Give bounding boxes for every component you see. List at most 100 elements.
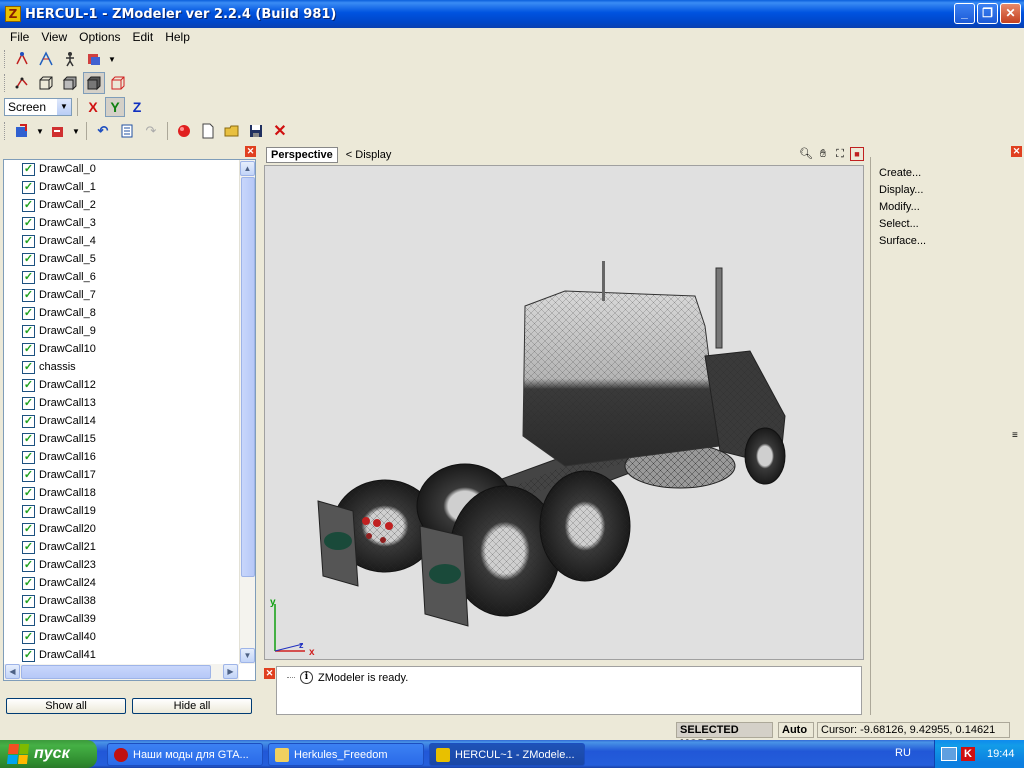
tree-item[interactable]: ✓ DrawCall15 xyxy=(4,430,255,448)
command-select[interactable]: Select... xyxy=(871,216,1008,233)
kaspersky-icon[interactable]: K xyxy=(961,747,975,761)
import-icon[interactable] xyxy=(11,120,33,142)
visibility-checkbox[interactable]: ✓ xyxy=(22,486,35,500)
network-icon[interactable] xyxy=(941,747,957,761)
visibility-checkbox[interactable]: ✓ xyxy=(22,648,35,662)
menu-view[interactable]: View xyxy=(35,30,73,44)
visibility-checkbox[interactable]: ✓ xyxy=(22,504,35,518)
select-figure-icon[interactable] xyxy=(59,48,81,70)
tree-item[interactable]: ✓ DrawCall21 xyxy=(4,538,255,556)
open-folder-icon[interactable] xyxy=(221,120,243,142)
tree-item[interactable]: ✓ DrawCall_5 xyxy=(4,250,255,268)
axis-z-toggle[interactable]: Z xyxy=(127,97,147,117)
command-modify[interactable]: Modify... xyxy=(871,199,1008,216)
properties-icon[interactable] xyxy=(116,120,138,142)
undo-icon[interactable]: ↶ xyxy=(92,120,114,142)
maximize-viewport-icon[interactable]: ■ xyxy=(850,147,864,161)
tree-item[interactable]: ✓ DrawCall_0 xyxy=(4,160,255,178)
axis-x-toggle[interactable]: X xyxy=(83,97,103,117)
show-all-button[interactable]: Show all xyxy=(6,698,126,714)
tree-item[interactable]: ✓ DrawCall_7 xyxy=(4,286,255,304)
pan-hand-icon[interactable]: ✋︎ xyxy=(816,147,830,161)
zoom-icon[interactable]: 🔍︎ xyxy=(799,147,813,161)
tree-item[interactable]: ✓ DrawCall40 xyxy=(4,628,255,646)
scroll-left-icon[interactable]: ◀ xyxy=(5,664,20,679)
redo-icon[interactable]: ↷ xyxy=(140,120,162,142)
task-zmodeler[interactable]: HERCUL~1 - ZModele... xyxy=(429,743,585,766)
toolbar-grip[interactable] xyxy=(4,50,7,68)
start-button[interactable]: пуск xyxy=(0,740,97,768)
tree-item[interactable]: ✓ DrawCall23 xyxy=(4,556,255,574)
visibility-checkbox[interactable]: ✓ xyxy=(22,234,35,248)
select-object-icon[interactable] xyxy=(83,48,105,70)
tree-item[interactable]: ✓ DrawCall20 xyxy=(4,520,255,538)
visibility-checkbox[interactable]: ✓ xyxy=(22,576,35,590)
zoom-extents-icon[interactable]: ⛶ xyxy=(833,147,847,161)
tree-item[interactable]: ✓ DrawCall17 xyxy=(4,466,255,484)
visibility-checkbox[interactable]: ✓ xyxy=(22,612,35,626)
visibility-checkbox[interactable]: ✓ xyxy=(22,522,35,536)
splitter-grip-icon[interactable]: ≡ xyxy=(1012,430,1018,441)
axis-y-toggle[interactable]: Y xyxy=(105,97,125,117)
tree-item[interactable]: ✓ DrawCall14 xyxy=(4,412,255,430)
hide-all-button[interactable]: Hide all xyxy=(132,698,252,714)
visibility-checkbox[interactable]: ✓ xyxy=(22,414,35,428)
zmodeler-app-icon[interactable]: Z xyxy=(5,6,21,22)
box-wire-icon[interactable] xyxy=(35,72,57,94)
select-dropdown-arrow-icon[interactable]: ▼ xyxy=(107,48,117,70)
visibility-checkbox[interactable]: ✓ xyxy=(22,450,35,464)
scroll-up-icon[interactable]: ▲ xyxy=(240,161,255,176)
visibility-checkbox[interactable]: ✓ xyxy=(22,252,35,266)
tree-item[interactable]: ✓ chassis xyxy=(4,358,255,376)
box-shaded-icon[interactable] xyxy=(83,72,105,94)
tree-item[interactable]: ✓ DrawCall16 xyxy=(4,448,255,466)
box-selected-icon[interactable] xyxy=(107,72,129,94)
tree-item[interactable]: ✓ DrawCall_9 xyxy=(4,322,255,340)
box-solid-icon[interactable] xyxy=(59,72,81,94)
visibility-checkbox[interactable]: ✓ xyxy=(22,288,35,302)
scroll-right-icon[interactable]: ▶ xyxy=(223,664,238,679)
select-edge-icon[interactable] xyxy=(35,48,57,70)
toolbar-grip[interactable] xyxy=(4,122,7,140)
menu-file[interactable]: File xyxy=(4,30,35,44)
task-opera[interactable]: Наши моды для GTA... xyxy=(107,743,263,766)
visibility-checkbox[interactable]: ✓ xyxy=(22,594,35,608)
menu-options[interactable]: Options xyxy=(73,30,126,44)
visibility-checkbox[interactable]: ✓ xyxy=(22,270,35,284)
visibility-checkbox[interactable]: ✓ xyxy=(22,468,35,482)
horizontal-scrollbar[interactable]: ◀ ▶ xyxy=(4,664,239,680)
visibility-checkbox[interactable]: ✓ xyxy=(22,198,35,212)
delete-icon[interactable]: ✕ xyxy=(269,120,291,142)
visibility-checkbox[interactable]: ✓ xyxy=(22,540,35,554)
new-file-icon[interactable] xyxy=(197,120,219,142)
scroll-down-icon[interactable]: ▼ xyxy=(240,648,255,663)
language-indicator[interactable]: RU xyxy=(895,747,911,759)
menu-help[interactable]: Help xyxy=(159,30,196,44)
tree-item[interactable]: ✓ DrawCall19 xyxy=(4,502,255,520)
minimize-button[interactable]: _ xyxy=(954,3,975,24)
visibility-checkbox[interactable]: ✓ xyxy=(22,360,35,374)
menu-edit[interactable]: Edit xyxy=(127,30,160,44)
toolbar-grip[interactable] xyxy=(4,74,7,92)
vertical-scrollbar[interactable]: ▲ ▼ xyxy=(239,160,255,664)
restore-button[interactable]: ❐ xyxy=(977,3,998,24)
visibility-checkbox[interactable]: ✓ xyxy=(22,630,35,644)
tree-item[interactable]: ✓ DrawCall13 xyxy=(4,394,255,412)
visibility-checkbox[interactable]: ✓ xyxy=(22,324,35,338)
tree-item[interactable]: ✓ DrawCall_6 xyxy=(4,268,255,286)
export-dropdown-arrow-icon[interactable]: ▼ xyxy=(71,120,81,142)
command-create[interactable]: Create... xyxy=(871,165,1008,182)
visibility-checkbox[interactable]: ✓ xyxy=(22,396,35,410)
close-button[interactable]: ✕ xyxy=(1000,3,1021,24)
export-icon[interactable] xyxy=(47,120,69,142)
command-display[interactable]: Display... xyxy=(871,182,1008,199)
scroll-thumb[interactable] xyxy=(21,665,211,679)
tree-item[interactable]: ✓ DrawCall_2 xyxy=(4,196,255,214)
tree-item[interactable]: ✓ DrawCall24 xyxy=(4,574,255,592)
visibility-checkbox[interactable]: ✓ xyxy=(22,216,35,230)
tree-item[interactable]: ✓ DrawCall_4 xyxy=(4,232,255,250)
viewport-display-link[interactable]: < Display xyxy=(346,149,392,161)
viewport-3d[interactable]: y z x xyxy=(264,165,864,660)
scroll-thumb[interactable] xyxy=(241,177,255,577)
task-folder[interactable]: Herkules_Freedom xyxy=(268,743,424,766)
